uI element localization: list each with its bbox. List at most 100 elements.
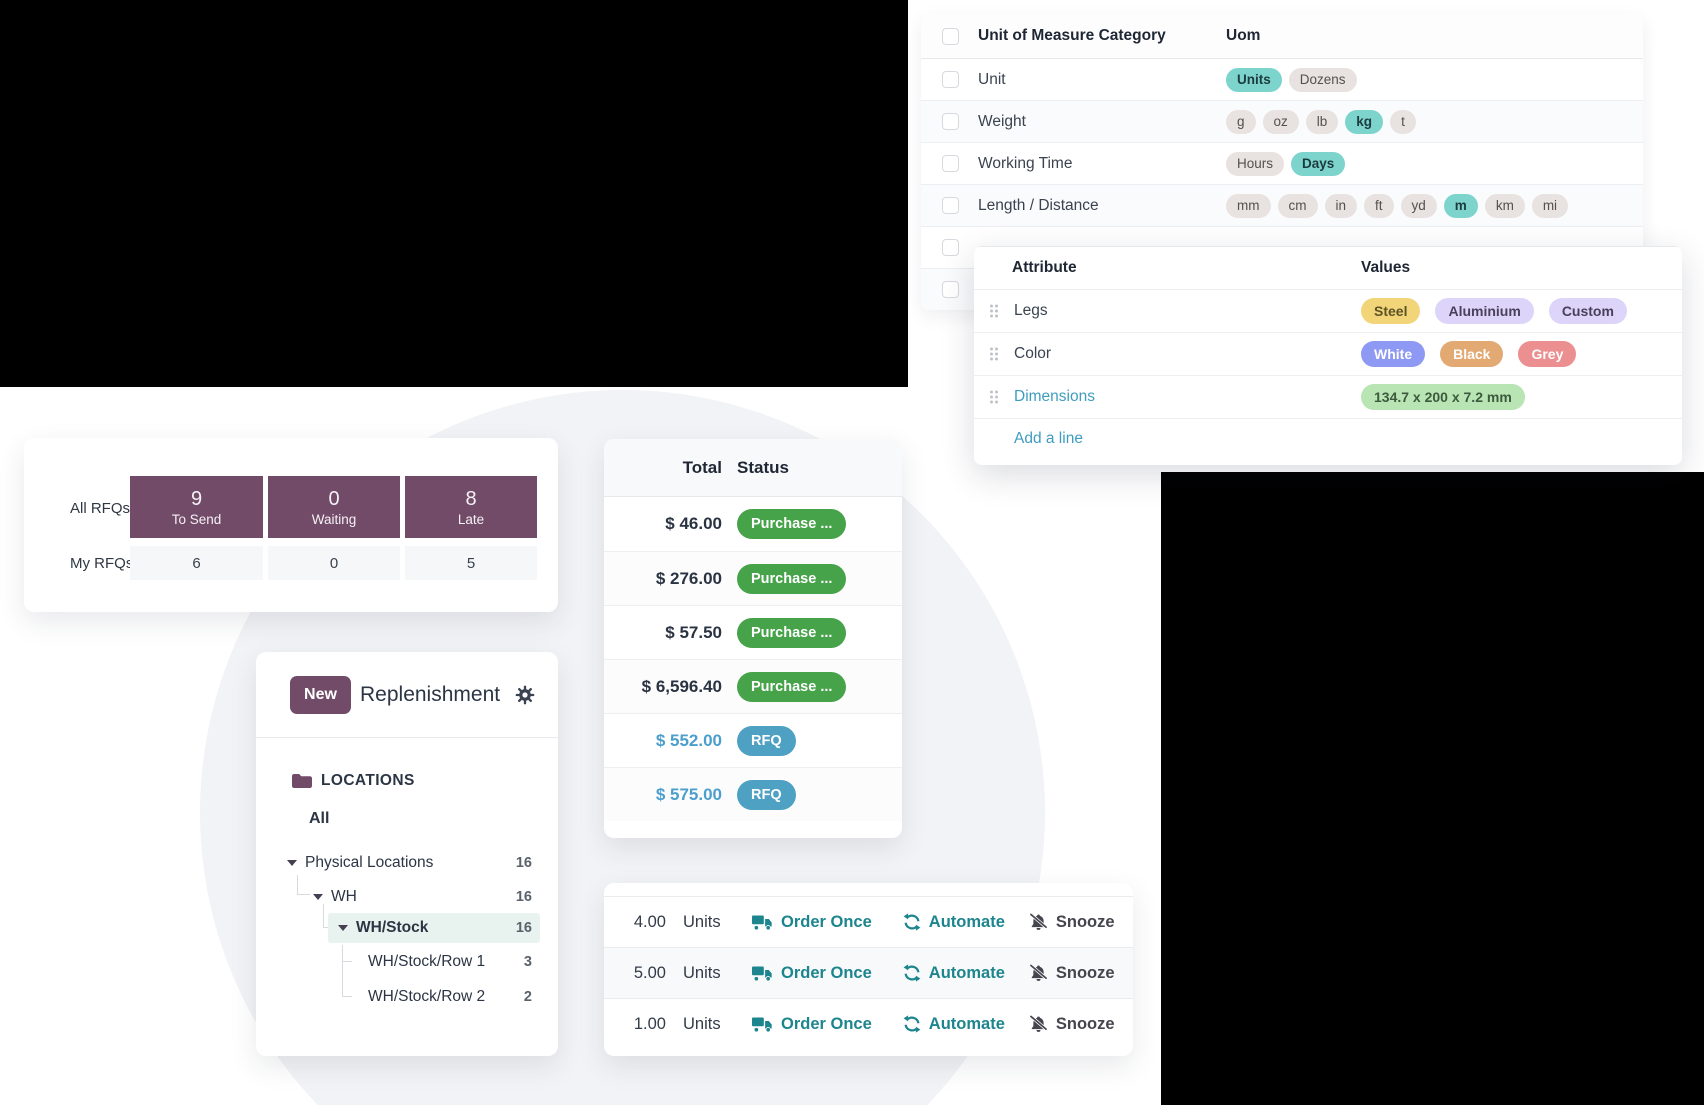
total-amount: $ 6,596.40: [604, 677, 722, 697]
uom-badges-cell: UnitsDozens: [1226, 68, 1357, 92]
uom-badge: m: [1444, 194, 1478, 218]
tree-item-count: 16: [516, 889, 532, 905]
replenish-row: 1.00UnitsOrder OnceAutomateSnooze: [604, 998, 1133, 1049]
quantity-value: 4.00: [604, 913, 666, 932]
snooze-button[interactable]: Snooze: [1029, 913, 1115, 932]
truck-icon: [752, 1016, 773, 1033]
table-row[interactable]: $ 575.00 RFQ: [604, 767, 902, 821]
table-row[interactable]: ColorWhiteBlackGrey: [974, 333, 1682, 376]
add-a-line-link[interactable]: Add a line: [974, 419, 1682, 459]
row-checkbox[interactable]: [942, 239, 959, 256]
automate-button[interactable]: Automate: [903, 1015, 1005, 1034]
drag-handle-icon[interactable]: [989, 303, 999, 319]
attribute-values-cell: WhiteBlackGrey: [1361, 341, 1584, 367]
new-button[interactable]: New: [290, 676, 351, 714]
uom-badge: yd: [1401, 194, 1437, 218]
select-all-checkbox[interactable]: [942, 28, 959, 45]
tree-item-count: 2: [524, 989, 532, 1005]
replenish-actions-card: 4.00 Units Order Once Automate Snooze 5.00 Uni…: [604, 883, 1133, 1056]
automate-label: Automate: [929, 1015, 1005, 1034]
table-row[interactable]: Working TimeHoursDays: [921, 143, 1643, 185]
total-amount: $ 46.00: [604, 514, 722, 534]
order-once-button[interactable]: Order Once: [752, 913, 872, 932]
uom-badges-cell: HoursDays: [1226, 152, 1345, 176]
table-row[interactable]: $ 6,596.40Purchase ...: [604, 659, 902, 713]
value-badge: Black: [1440, 341, 1503, 367]
tree-item-wh-stock-row-1[interactable]: WH/Stock/Row 13: [256, 947, 532, 977]
order-once-button[interactable]: Order Once: [752, 1015, 872, 1034]
snooze-button[interactable]: Snooze: [1029, 1015, 1115, 1034]
row-checkbox[interactable]: [942, 281, 959, 298]
uom-badge: in: [1325, 194, 1358, 218]
row-checkbox[interactable]: [942, 155, 959, 172]
rfq-stat-box[interactable]: 9To Send: [130, 476, 263, 538]
status-badge: Purchase ...: [737, 509, 846, 539]
uom-badge: oz: [1263, 110, 1299, 134]
tree-item-count: 16: [516, 920, 532, 936]
tree-item-all[interactable]: All: [309, 810, 329, 828]
quantity-value: 1.00: [604, 1015, 666, 1034]
snooze-label: Snooze: [1056, 1015, 1115, 1034]
uom-category-cell: Unit: [978, 71, 1226, 89]
rfq-count-label: Waiting: [312, 512, 357, 527]
table-row[interactable]: $ 552.00RFQ: [604, 713, 902, 767]
quantity-value: 5.00: [604, 964, 666, 983]
bell-slash-icon: [1029, 1015, 1048, 1033]
my-rfq-cell[interactable]: 6: [130, 546, 263, 580]
gear-icon[interactable]: [515, 685, 535, 705]
uom-badge: Hours: [1226, 152, 1284, 176]
table-row[interactable]: $ 57.50Purchase ...: [604, 605, 902, 659]
uom-badge: km: [1485, 194, 1525, 218]
tree-item-wh-stock-row-2[interactable]: WH/Stock/Row 22: [256, 982, 532, 1012]
status-badge: RFQ: [737, 726, 796, 756]
table-row[interactable]: $ 276.00Purchase ...: [604, 551, 902, 605]
rfq-stat-box[interactable]: 8Late: [405, 476, 537, 538]
drag-handle-icon[interactable]: [989, 346, 999, 362]
table-row[interactable]: Weightgozlbkgt: [921, 101, 1643, 143]
table-row[interactable]: LegsSteelAluminiumCustom: [974, 290, 1682, 333]
attribute-table-card: Attribute Values LegsSteelAluminiumCusto…: [974, 246, 1682, 465]
uom-badge: lb: [1306, 110, 1339, 134]
uom-badge: cm: [1278, 194, 1318, 218]
rfq-count: 9: [191, 488, 202, 510]
tree-item-wh[interactable]: WH 16: [256, 882, 532, 912]
table-row[interactable]: $ 46.00 Purchase ...: [604, 497, 902, 551]
attribute-name: Color: [1014, 345, 1361, 363]
automate-button[interactable]: Automate: [903, 964, 1005, 983]
status-badge: RFQ: [737, 780, 796, 810]
folder-icon: [292, 773, 312, 789]
caret-down-icon: [287, 860, 297, 866]
drag-handle-icon[interactable]: [989, 389, 999, 405]
uom-label: Units: [683, 913, 729, 932]
row-checkbox[interactable]: [942, 113, 959, 130]
order-once-button[interactable]: Order Once: [752, 964, 872, 983]
automate-label: Automate: [929, 913, 1005, 932]
tree-item-wh-stock[interactable]: WH/Stock16: [328, 913, 540, 943]
page-title: Replenishment: [360, 676, 500, 714]
tree-item-label: WH: [331, 888, 357, 906]
uom-table-header: Unit of Measure Category Uom: [921, 14, 1643, 59]
value-badge: Aluminium: [1435, 298, 1533, 324]
status-header: Status: [737, 458, 789, 478]
uom-label: Units: [683, 964, 729, 983]
uom-category-cell: Length / Distance: [978, 197, 1226, 215]
total-amount: $ 57.50: [604, 623, 722, 643]
table-row[interactable]: Length / Distancemmcminftydmkmmi: [921, 185, 1643, 227]
snooze-button[interactable]: Snooze: [1029, 964, 1115, 983]
tree-item-physical-locations[interactable]: Physical Locations16: [256, 848, 532, 878]
total-amount: $ 575.00: [604, 785, 722, 805]
row-checkbox[interactable]: [942, 197, 959, 214]
my-rfq-cell[interactable]: 0: [268, 546, 400, 580]
table-row[interactable]: Dimensions134.7 x 200 x 7.2 mm: [974, 376, 1682, 419]
uom-badges-cell: gozlbkgt: [1226, 110, 1416, 134]
tree-item-count: 16: [516, 855, 532, 871]
my-rfq-cell[interactable]: 5: [405, 546, 537, 580]
replenishment-card: New Replenishment: [256, 652, 558, 1056]
table-row[interactable]: UnitUnitsDozens: [921, 59, 1643, 101]
attribute-name[interactable]: Dimensions: [1014, 388, 1361, 406]
rfq-count-label: Late: [458, 512, 484, 527]
row-checkbox[interactable]: [942, 71, 959, 88]
automate-button[interactable]: Automate: [903, 913, 1005, 932]
rfq-summary-card: All RFQs My RFQs 9To Send60Waiting08Late…: [24, 438, 558, 612]
rfq-stat-box[interactable]: 0Waiting: [268, 476, 400, 538]
